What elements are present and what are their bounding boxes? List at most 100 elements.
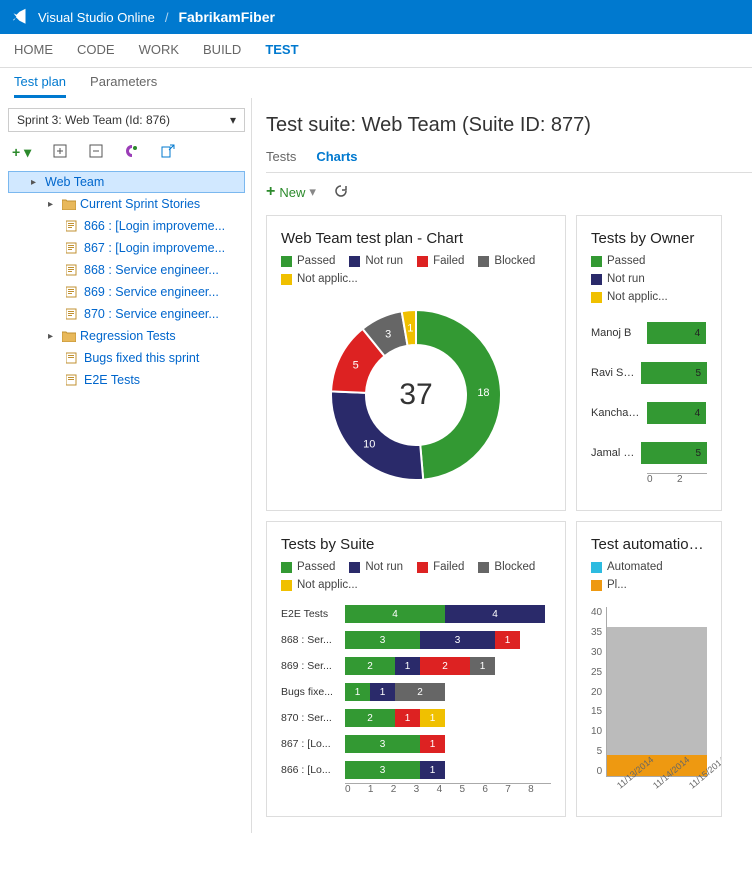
chart-card-owner[interactable]: Tests by Owner Passed Not run Not applic… bbox=[576, 215, 722, 511]
subnav-parameters[interactable]: Parameters bbox=[90, 74, 157, 98]
tree-item-869[interactable]: 869 : Service engineer... bbox=[8, 281, 245, 303]
export-icon[interactable] bbox=[161, 144, 175, 161]
bar-segment: 1 bbox=[495, 631, 520, 649]
nav-build[interactable]: BUILD bbox=[203, 42, 241, 57]
owner-axis: 02 bbox=[647, 473, 707, 485]
chart-title: Tests by Suite bbox=[281, 536, 551, 553]
project-label[interactable]: FabrikamFiber bbox=[178, 9, 274, 25]
expand-icon[interactable] bbox=[53, 144, 67, 161]
nav-work[interactable]: WORK bbox=[139, 42, 179, 57]
legend-label: Not applic... bbox=[297, 579, 358, 591]
bar-label: E2E Tests bbox=[281, 608, 339, 620]
suite-bars: E2E Tests44868 : Ser...331869 : Ser...21… bbox=[281, 601, 551, 783]
tree-item-label: 867 : [Login improveme... bbox=[84, 241, 225, 255]
bar-segment: 1 bbox=[395, 709, 420, 727]
tree-item-label: 866 : [Login improveme... bbox=[84, 219, 225, 233]
top-header: Visual Studio Online / FabrikamFiber bbox=[0, 0, 752, 34]
legend-label: Pl... bbox=[607, 579, 627, 591]
automation-plot: 4035302520151050 bbox=[591, 607, 707, 777]
tree-item-bugs[interactable]: Bugs fixed this sprint bbox=[8, 347, 245, 369]
bar-segment: 1 bbox=[395, 657, 420, 675]
suite-toolbar: + New ▾ bbox=[266, 173, 752, 215]
caret-icon: ▸ bbox=[31, 177, 41, 188]
chart-legend: Automated Pl... bbox=[591, 561, 707, 591]
nav-home[interactable]: HOME bbox=[14, 42, 53, 57]
chart-card-suite[interactable]: Tests by Suite Passed Not run Failed Blo… bbox=[266, 521, 566, 817]
bar: 4 bbox=[647, 402, 706, 424]
tree-item-868[interactable]: 868 : Service engineer... bbox=[8, 259, 245, 281]
requirement-icon bbox=[66, 220, 80, 232]
caret-icon: ▸ bbox=[48, 331, 58, 342]
tree-item-label: 870 : Service engineer... bbox=[84, 307, 219, 321]
legend-label: Blocked bbox=[494, 561, 535, 573]
tab-charts[interactable]: Charts bbox=[316, 149, 357, 164]
right-pane: Test suite: Web Team (Suite ID: 877) Tes… bbox=[252, 98, 752, 833]
nav-test[interactable]: TEST bbox=[265, 42, 298, 57]
tree-root-label: Web Team bbox=[45, 175, 104, 189]
brand-label[interactable]: Visual Studio Online bbox=[38, 10, 155, 25]
add-button[interactable]: + ▾ bbox=[12, 144, 31, 161]
sub-nav: Test plan Parameters bbox=[0, 68, 752, 98]
tree-folder-stories[interactable]: ▸ Current Sprint Stories bbox=[8, 193, 245, 215]
bar-label: Kanchan... bbox=[591, 407, 641, 419]
legend-label: Automated bbox=[607, 561, 663, 573]
tree-root[interactable]: ▸ Web Team bbox=[8, 171, 245, 193]
tree-folder-regression[interactable]: ▸ Regression Tests bbox=[8, 325, 245, 347]
new-chart-button[interactable]: + New ▾ bbox=[266, 183, 316, 201]
bar-track: 31 bbox=[345, 735, 445, 753]
bar-segment: 1 bbox=[420, 761, 445, 779]
chart-card-donut[interactable]: Web Team test plan - Chart Passed Not ru… bbox=[266, 215, 566, 511]
svg-text:1: 1 bbox=[407, 323, 413, 335]
chart-title: Web Team test plan - Chart bbox=[281, 230, 551, 247]
test-plan-tree: ▸ Web Team ▸ Current Sprint Stories 866 … bbox=[8, 171, 245, 391]
charts-grid: Web Team test plan - Chart Passed Not ru… bbox=[266, 215, 752, 817]
collapse-icon[interactable] bbox=[89, 144, 103, 161]
bar: 5 bbox=[641, 442, 707, 464]
bar-segment: 1 bbox=[345, 683, 370, 701]
bar-segment: 3 bbox=[345, 761, 420, 779]
svg-text:3: 3 bbox=[385, 328, 391, 340]
auto-yaxis: 4035302520151050 bbox=[591, 607, 606, 777]
tab-tests[interactable]: Tests bbox=[266, 149, 296, 164]
legend-label: Not run bbox=[365, 561, 403, 573]
open-test-icon[interactable] bbox=[125, 144, 139, 161]
tree-item-e2e[interactable]: E2E Tests bbox=[8, 369, 245, 391]
requirement-icon bbox=[66, 286, 80, 298]
left-pane: Sprint 3: Web Team (Id: 876) ▾ + ▾ ▸ Web… bbox=[0, 98, 252, 833]
tree-item-867[interactable]: 867 : [Login improveme... bbox=[8, 237, 245, 259]
suite-title: Test suite: Web Team (Suite ID: 877) bbox=[266, 114, 752, 137]
svg-text:5: 5 bbox=[353, 360, 359, 372]
chevron-down-icon: ▾ bbox=[309, 184, 316, 200]
bar-segment: 3 bbox=[420, 631, 495, 649]
legend-label: Passed bbox=[297, 255, 335, 267]
bar-segment: 3 bbox=[345, 735, 420, 753]
requirement-icon bbox=[66, 264, 80, 276]
bar-segment: 4 bbox=[345, 605, 445, 623]
legend-label: Not run bbox=[607, 273, 645, 285]
tree-item-label: 869 : Service engineer... bbox=[84, 285, 219, 299]
tree-item-866[interactable]: 866 : [Login improveme... bbox=[8, 215, 245, 237]
bar-segment: 4 bbox=[445, 605, 545, 623]
bar-segment: 1 bbox=[370, 683, 395, 701]
refresh-icon[interactable] bbox=[334, 184, 348, 201]
bar-track: 31 bbox=[345, 761, 445, 779]
legend-label: Passed bbox=[607, 255, 645, 267]
legend-label: Not applic... bbox=[297, 273, 358, 285]
chart-legend: Passed Not run Failed Blocked Not applic… bbox=[281, 561, 551, 591]
legend-label: Not applic... bbox=[607, 291, 668, 303]
bar-track: 112 bbox=[345, 683, 445, 701]
bar-label: 869 : Ser... bbox=[281, 660, 339, 672]
chart-card-automation[interactable]: Test automation... Automated Pl... 40353… bbox=[576, 521, 722, 817]
tree-item-870[interactable]: 870 : Service engineer... bbox=[8, 303, 245, 325]
subnav-test-plan[interactable]: Test plan bbox=[14, 74, 66, 98]
bar-label: Jamal Ha... bbox=[591, 447, 635, 459]
nav-code[interactable]: CODE bbox=[77, 42, 115, 57]
vs-logo-icon bbox=[12, 8, 30, 26]
tree-item-label: E2E Tests bbox=[84, 373, 140, 387]
legend-label: Blocked bbox=[494, 255, 535, 267]
sprint-selector[interactable]: Sprint 3: Web Team (Id: 876) ▾ bbox=[8, 108, 245, 132]
bar-segment: 3 bbox=[345, 631, 420, 649]
chart-title: Test automation... bbox=[591, 536, 707, 553]
left-toolbar: + ▾ bbox=[8, 140, 245, 171]
tree-folder-stories-label: Current Sprint Stories bbox=[80, 197, 200, 211]
